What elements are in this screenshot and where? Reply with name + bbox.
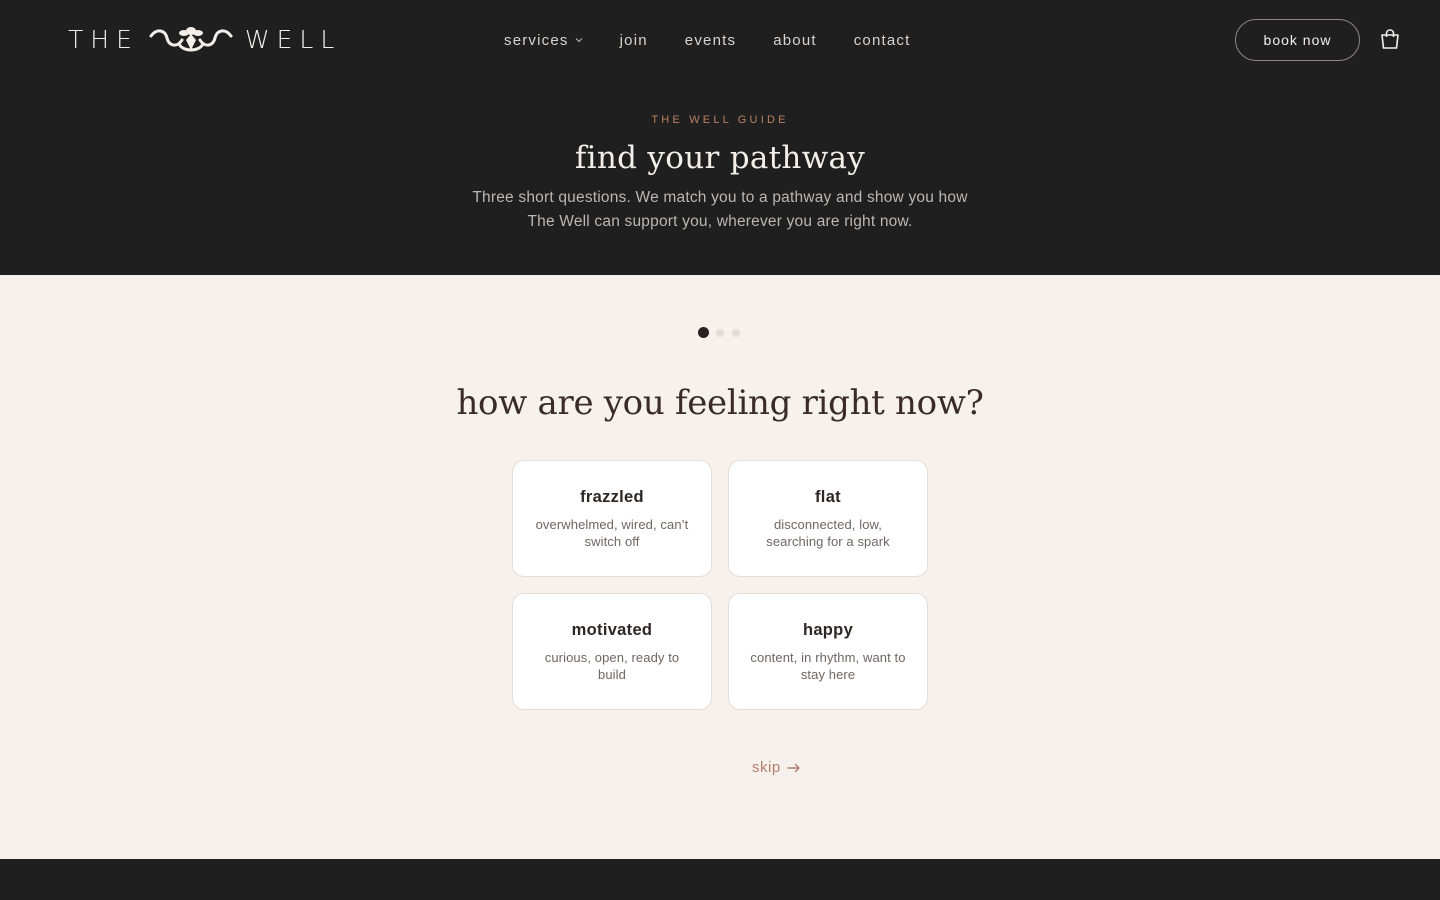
ornament-logo-icon [149, 27, 233, 52]
option-title: happy [802, 621, 854, 639]
book-now-button[interactable]: book now [1235, 19, 1360, 61]
brand-logo[interactable]: THE WELL [68, 22, 341, 58]
nav-item-about[interactable]: about [773, 32, 817, 49]
quiz-section: how are you feeling right now? frazzled … [0, 275, 1440, 859]
logo-word-left: THE [68, 25, 139, 54]
skip-label: skip [752, 759, 781, 776]
nav-item-label: services [504, 31, 569, 49]
nav-item-label: about [773, 31, 817, 49]
option-description: content, in rhythm, want to stay here [750, 650, 906, 682]
site-header: THE WELL services join events about cont… [0, 0, 1440, 80]
option-title: flat [815, 488, 841, 506]
page-title: find your pathway [574, 140, 866, 176]
step-indicator [698, 327, 748, 338]
hero-subtitle-line: The Well can support you, wherever you a… [527, 213, 913, 230]
option-card-frazzled[interactable]: frazzled overwhelmed, wired, can’t switc… [512, 460, 712, 577]
option-card-flat[interactable]: flat disconnected, low, searching for a … [728, 460, 928, 577]
nav-item-join[interactable]: join [620, 32, 648, 49]
nav-item-label: contact [853, 31, 911, 49]
option-description: curious, open, ready to build [544, 650, 680, 682]
hero-section: THE WELL GUIDE find your pathway Three s… [0, 80, 1440, 275]
site-footer [0, 859, 1440, 900]
nav-item-events[interactable]: events [685, 32, 736, 49]
option-description: overwhelmed, wired, can’t switch off [535, 517, 689, 549]
step-dot [732, 328, 740, 337]
option-title: motivated [571, 621, 653, 639]
logo-word-right: WELL [244, 25, 342, 54]
nav-item-label: events [684, 31, 737, 49]
nav-item-services[interactable]: services [504, 32, 583, 49]
nav-item-label: join [619, 31, 648, 49]
quiz-question: how are you feeling right now? [456, 383, 984, 423]
shopping-bag-icon[interactable] [1379, 28, 1401, 50]
option-card-happy[interactable]: happy content, in rhythm, want to stay h… [728, 593, 928, 710]
step-dot-active [698, 327, 709, 338]
step-dot [716, 328, 724, 337]
nav-item-contact[interactable]: contact [854, 32, 911, 49]
skip-link[interactable]: skip [752, 759, 801, 776]
option-title: frazzled [580, 488, 644, 506]
option-description: disconnected, low, searching for a spark [766, 517, 890, 549]
hero-subtitle-line: Three short questions. We match you to a… [472, 189, 968, 206]
hero-subtitle: Three short questions. We match you to a… [0, 186, 1440, 234]
chevron-down-icon [575, 38, 583, 43]
hero-eyebrow: THE WELL GUIDE [651, 114, 789, 126]
main-nav: services join events about contact [504, 29, 911, 51]
arrow-right-icon [786, 763, 800, 772]
option-card-motivated[interactable]: motivated curious, open, ready to build [512, 593, 712, 710]
